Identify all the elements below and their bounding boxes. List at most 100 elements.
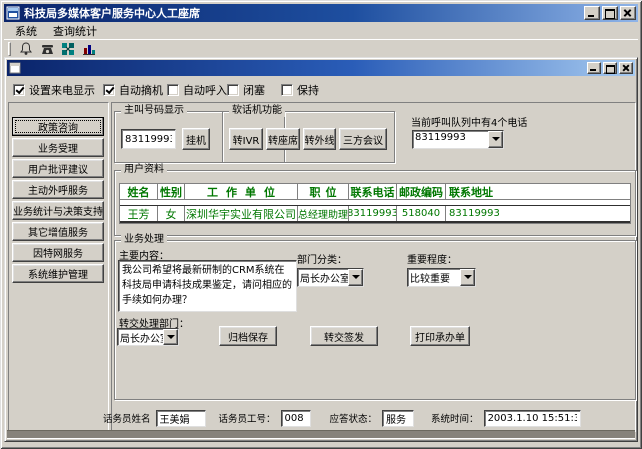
menu-bar: 系统 查询统计 <box>4 22 638 39</box>
business-processing-group: 业务处理 主要内容： 我公司希望将最新研制的CRM系统在科技局申请科技成果鉴定，… <box>114 240 636 400</box>
sidebar-item-policy-consult[interactable]: 政策咨询 <box>12 117 104 136</box>
sidebar-item-value-added[interactable]: 其它增值服务 <box>12 222 104 241</box>
cell-position: 总经理助理 <box>298 206 349 221</box>
close-button[interactable] <box>620 6 636 20</box>
transfer-icon[interactable] <box>59 41 77 57</box>
queue-status-label: 当前呼叫队列中有4个电话 <box>411 114 527 129</box>
importance-value: 比较重要 <box>408 269 460 286</box>
application-window: 科技局多媒体客户服务中心人工座席 系统 查询统计 <box>0 0 642 449</box>
transfer-dept-value: 局长办公室 <box>118 329 163 345</box>
answer-status-label: 应答状态： <box>330 411 378 425</box>
col-name: 姓名 <box>120 184 158 199</box>
table-row[interactable]: 王芳 女 深圳华宇实业有限公司 总经理助理 83119993 518040 83… <box>120 205 630 223</box>
cell-gender: 女 <box>158 206 185 221</box>
operator-id-label: 话务员工号： <box>219 411 276 425</box>
forward-issue-button[interactable]: 转交签发 <box>310 326 378 346</box>
checkbox-box[interactable] <box>103 84 115 96</box>
system-time-label: 系统时间： <box>431 411 479 425</box>
dept-category-label: 部门分类： <box>297 251 347 266</box>
user-info-group-label: 用户资料 <box>121 164 167 176</box>
title-bar[interactable]: 科技局多媒体客户服务中心人工座席 <box>4 4 638 22</box>
col-position: 职位 <box>298 184 349 199</box>
checkbox-label: 自动摘机 <box>119 82 163 98</box>
call-options-row: 设置来电显示 自动摘机 自动呼入 闭塞 保持 <box>5 82 637 98</box>
system-time-input[interactable] <box>484 410 581 427</box>
toolbar-grip[interactable] <box>8 42 11 56</box>
operator-name-label: 话务员姓名 <box>103 411 151 425</box>
checkbox-hold[interactable]: 保持 <box>281 82 319 98</box>
chevron-down-icon[interactable] <box>460 269 475 286</box>
user-info-group: 用户资料 姓名 性别 工作单位 职位 联系电话 邮政编码 联系地址 王芳 女 深… <box>114 170 636 236</box>
col-zipcode: 邮政编码 <box>397 184 446 199</box>
sidebar-item-business-accept[interactable]: 业务受理 <box>12 138 104 157</box>
dept-category-select[interactable]: 局长办公室 <box>297 268 364 287</box>
col-phone: 联系电话 <box>349 184 397 199</box>
transfer-agent-button[interactable]: 转座席 <box>266 128 300 150</box>
chevron-down-icon[interactable] <box>163 329 178 345</box>
queue-select[interactable]: 83119993 <box>412 130 504 149</box>
mdi-minimize-button[interactable] <box>587 62 601 74</box>
user-info-table: 姓名 性别 工作单位 职位 联系电话 邮政编码 联系地址 王芳 女 深圳华宇实业… <box>119 183 631 224</box>
chevron-down-icon[interactable] <box>488 131 503 148</box>
dept-category-value: 局长办公室 <box>298 269 348 286</box>
checkbox-box[interactable] <box>281 84 293 96</box>
caller-group-label: 主叫号码显示 <box>121 105 187 117</box>
phone-icon[interactable] <box>38 41 56 57</box>
mdi-bottom-band <box>7 430 635 439</box>
checkbox-label: 自动呼入 <box>183 82 227 98</box>
softphone-group-label: 软话机功能 <box>229 105 285 117</box>
checkbox-block[interactable]: 闭塞 <box>227 82 265 98</box>
app-icon <box>6 6 20 20</box>
checkbox-caller-id-display[interactable]: 设置来电显示 <box>13 82 95 98</box>
three-way-conference-button[interactable]: 三方会议 <box>339 128 387 150</box>
operator-status-row: 话务员姓名 话务员工号： 应答状态： 系统时间： <box>103 409 581 427</box>
answer-status-input[interactable] <box>382 410 414 427</box>
mdi-title-bar[interactable] <box>7 60 635 76</box>
tool-bar <box>4 39 638 57</box>
menu-query-statistics[interactable]: 查询统计 <box>46 22 104 40</box>
caller-number-input[interactable] <box>121 129 176 149</box>
checkbox-auto-offhook[interactable]: 自动摘机 <box>103 82 163 98</box>
checkbox-label: 闭塞 <box>243 82 265 98</box>
sidebar-item-system-maintain[interactable]: 系统维护管理 <box>12 264 104 283</box>
bell-icon[interactable] <box>17 41 35 57</box>
menu-system[interactable]: 系统 <box>8 22 44 40</box>
archive-save-button[interactable]: 归档保存 <box>219 326 277 346</box>
business-group-label: 业务处理 <box>121 234 167 246</box>
cell-address: 83119993 <box>446 206 630 221</box>
sidebar-item-outbound-service[interactable]: 主动外呼服务 <box>12 180 104 199</box>
chart-icon[interactable] <box>80 41 98 57</box>
hangup-button[interactable]: 挂机 <box>182 128 210 150</box>
table-header-row: 姓名 性别 工作单位 职位 联系电话 邮政编码 联系地址 <box>120 184 630 200</box>
transfer-dept-select[interactable]: 局长办公室 <box>117 328 179 346</box>
mdi-close-button[interactable] <box>619 62 633 74</box>
sidebar-item-internet-service[interactable]: 因特网服务 <box>12 243 104 262</box>
checkbox-box[interactable] <box>13 84 25 96</box>
checkbox-box[interactable] <box>227 84 239 96</box>
sidebar-item-user-feedback[interactable]: 用户批评建议 <box>12 159 104 178</box>
col-employer: 工作单位 <box>185 184 298 199</box>
transfer-outside-button[interactable]: 转外线 <box>303 128 336 150</box>
col-address: 联系地址 <box>446 184 630 199</box>
main-content-textarea[interactable]: 我公司希望将最新研制的CRM系统在科技局申请科技成果鉴定，请问相应的手续如何办理… <box>118 260 297 312</box>
sidebar-item-stats-decision[interactable]: 业务统计与决策支持 <box>12 201 104 220</box>
minimize-button[interactable] <box>584 6 600 20</box>
checkbox-label: 设置来电显示 <box>29 82 95 98</box>
window-title: 科技局多媒体客户服务中心人工座席 <box>24 5 200 21</box>
importance-select[interactable]: 比较重要 <box>407 268 476 287</box>
cell-zipcode: 518040 <box>397 206 446 221</box>
cell-employer: 深圳华宇实业有限公司 <box>185 206 298 221</box>
cell-name: 王芳 <box>120 206 158 221</box>
maximize-button[interactable] <box>602 6 618 20</box>
checkbox-label: 保持 <box>297 82 319 98</box>
mdi-maximize-button[interactable] <box>603 62 617 74</box>
transfer-ivr-button[interactable]: 转IVR <box>229 128 263 150</box>
checkbox-box[interactable] <box>167 84 179 96</box>
checkbox-auto-callin[interactable]: 自动呼入 <box>167 82 227 98</box>
cell-phone: 83119993 <box>349 206 397 221</box>
operator-id-input[interactable] <box>281 410 311 427</box>
importance-label: 重要程度： <box>407 251 457 266</box>
chevron-down-icon[interactable] <box>348 269 363 286</box>
operator-name-input[interactable] <box>156 410 206 427</box>
print-form-button[interactable]: 打印承办单 <box>410 326 470 346</box>
